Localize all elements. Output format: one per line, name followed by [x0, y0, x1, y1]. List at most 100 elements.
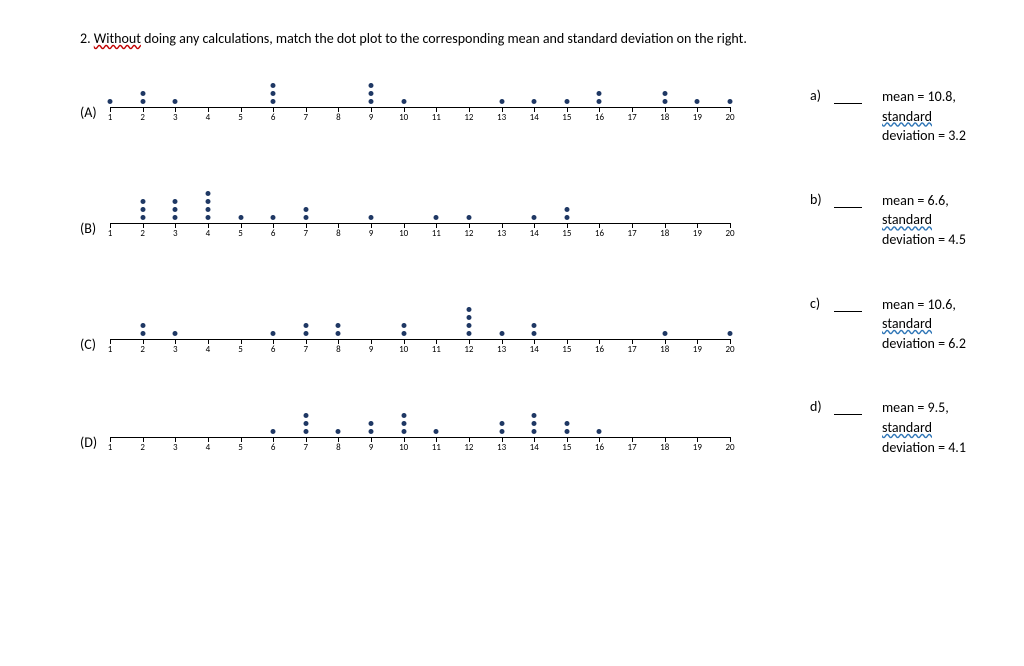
answer-blank[interactable] [834, 193, 862, 208]
dotplot-row: (A)1234567891011121314151617181920 [80, 77, 760, 125]
answer-sd-word: standard [882, 108, 932, 125]
answer-sd-rest: deviation = 4.5 [882, 231, 966, 248]
data-dot [662, 99, 667, 104]
axis-tick-label: 3 [173, 442, 178, 453]
data-dot [728, 99, 733, 104]
data-dot [662, 331, 667, 336]
axis-tick-label: 8 [336, 228, 341, 239]
dotplot: 1234567891011121314151617181920 [110, 77, 730, 125]
data-dot [205, 191, 210, 196]
axis-tick-label: 14 [530, 112, 539, 123]
data-dot [401, 323, 406, 328]
axis-tick-label: 5 [238, 442, 243, 453]
axis-tick-label: 5 [238, 112, 243, 123]
axis-tick-label: 4 [206, 344, 211, 355]
axis-tick-label: 13 [497, 442, 506, 453]
data-dot [401, 99, 406, 104]
data-dot [466, 323, 471, 328]
data-dot [499, 429, 504, 434]
data-dot [108, 99, 113, 104]
dotplot-label: (D) [80, 434, 110, 455]
answer-mean: mean = 9.5, [882, 398, 984, 418]
axis-tick-label: 15 [562, 344, 571, 355]
data-dot [369, 215, 374, 220]
answer-sd-rest: deviation = 4.1 [882, 439, 966, 456]
axis-tick-label: 11 [432, 112, 441, 123]
data-dot [499, 421, 504, 426]
data-dot [532, 421, 537, 426]
data-dot [140, 91, 145, 96]
axis-line [110, 437, 730, 438]
data-dot [499, 331, 504, 336]
data-dot [205, 199, 210, 204]
axis-tick-label: 10 [399, 344, 408, 355]
axis-tick-label: 20 [725, 442, 734, 453]
data-dot [466, 307, 471, 312]
data-dot [140, 207, 145, 212]
dotplot-label: (B) [80, 220, 110, 241]
answer-blank[interactable] [834, 400, 862, 415]
data-dot [271, 91, 276, 96]
data-dot [140, 323, 145, 328]
axis-tick-label: 5 [238, 228, 243, 239]
data-dot [434, 215, 439, 220]
axis-tick-label: 6 [271, 442, 276, 453]
axis-tick-label: 16 [595, 344, 604, 355]
data-dot [662, 91, 667, 96]
answer-text: mean = 10.6,standard deviation = 6.2 [882, 295, 984, 354]
data-dot [369, 421, 374, 426]
axis-tick-label: 19 [693, 112, 702, 123]
answer-sd: standard deviation = 4.1 [882, 418, 984, 457]
dotplot-row: (B)1234567891011121314151617181920 [80, 185, 760, 241]
data-dot [728, 331, 733, 336]
data-dot [532, 323, 537, 328]
axis-tick-label: 4 [206, 442, 211, 453]
axis-line [110, 107, 730, 108]
axis-tick-label: 9 [369, 228, 374, 239]
data-dot [401, 413, 406, 418]
answer-sd-word: standard [882, 315, 932, 332]
axis-tick-label: 15 [562, 442, 571, 453]
axis-tick-label: 16 [595, 112, 604, 123]
answer-sd: standard deviation = 3.2 [882, 107, 984, 146]
axis-tick-label: 17 [628, 228, 637, 239]
data-dot [303, 323, 308, 328]
answer-sd: standard deviation = 6.2 [882, 314, 984, 353]
axis-tick-label: 19 [693, 442, 702, 453]
data-dot [336, 331, 341, 336]
axis-tick-label: 1 [108, 112, 113, 123]
axis-tick-label: 17 [628, 112, 637, 123]
axis-tick-label: 4 [206, 228, 211, 239]
axis-tick-label: 6 [271, 344, 276, 355]
answer-text: mean = 9.5,standard deviation = 4.1 [882, 398, 984, 457]
axis-tick-label: 10 [399, 112, 408, 123]
data-dot [140, 215, 145, 220]
axis-line [110, 339, 730, 340]
data-dot [173, 331, 178, 336]
axis-tick-label: 20 [725, 228, 734, 239]
axis-tick-label: 7 [304, 112, 309, 123]
answer-sd-rest: deviation = 3.2 [882, 127, 966, 144]
answer-blank[interactable] [834, 89, 862, 104]
axis-tick-label: 12 [464, 112, 473, 123]
axis-tick-label: 9 [369, 442, 374, 453]
answer-label: b) [810, 191, 834, 208]
answer-blank[interactable] [834, 297, 862, 312]
axis-line [110, 223, 730, 224]
answer-sd: standard deviation = 4.5 [882, 210, 984, 249]
axis-tick-label: 13 [497, 112, 506, 123]
axis-tick-label: 13 [497, 228, 506, 239]
data-dot [369, 99, 374, 104]
answer-mean: mean = 10.6, [882, 295, 984, 315]
axis-tick-label: 20 [725, 112, 734, 123]
dotplot-label: (C) [80, 336, 110, 357]
axis-tick-label: 1 [108, 442, 113, 453]
axis-tick-label: 5 [238, 344, 243, 355]
axis-tick-label: 16 [595, 228, 604, 239]
data-dot [271, 331, 276, 336]
axis-tick-label: 12 [464, 228, 473, 239]
axis-tick-label: 4 [206, 112, 211, 123]
axis-tick-label: 8 [336, 112, 341, 123]
data-dot [401, 429, 406, 434]
data-dot [271, 215, 276, 220]
